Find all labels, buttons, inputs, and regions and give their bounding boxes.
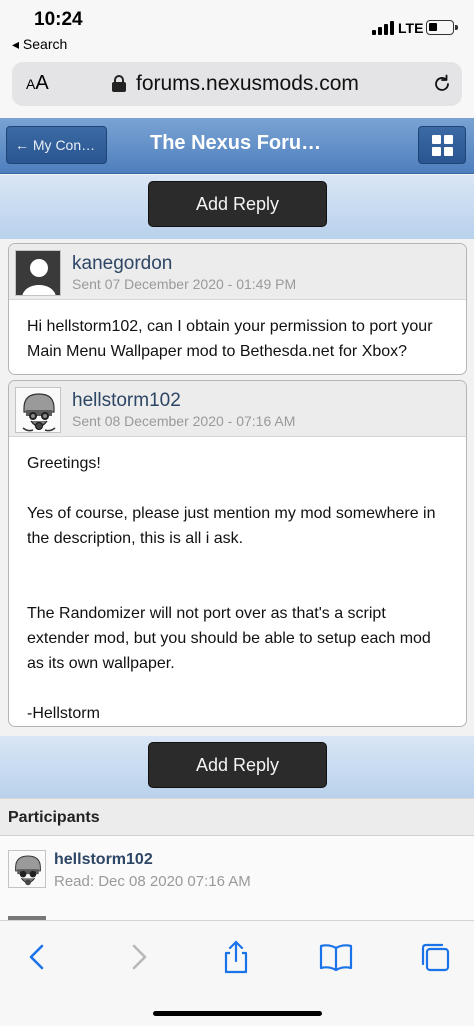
bookmarks-icon[interactable]: [318, 939, 354, 975]
forum-header: ← My Con… The Nexus Foru…: [0, 118, 474, 174]
add-reply-button[interactable]: Add Reply: [148, 181, 327, 227]
battery-icon: [426, 20, 458, 35]
message-date: Sent 07 December 2020 - 01:49 PM: [72, 276, 297, 292]
message-body: Greetings! Yes of course, please just me…: [9, 437, 466, 726]
message-paragraph: [27, 476, 448, 501]
share-icon[interactable]: [218, 939, 254, 975]
helmet-gasmask-avatar[interactable]: [8, 850, 46, 888]
text-size-button[interactable]: AA: [26, 72, 49, 95]
network-label: LTE: [398, 20, 424, 36]
message-header: kanegordon Sent 07 December 2020 - 01:49…: [9, 244, 466, 300]
message-date: Sent 08 December 2020 - 07:16 AM: [72, 413, 296, 429]
back-my-conversations-button[interactable]: ← My Con…: [6, 126, 107, 164]
default-user-avatar[interactable]: [15, 250, 61, 296]
message-card: hellstorm102 Sent 08 December 2020 - 07:…: [8, 380, 467, 727]
tabs-icon[interactable]: [418, 939, 454, 975]
message-paragraph: [27, 676, 448, 701]
back-chevron-icon[interactable]: [20, 939, 56, 975]
status-time: 10:24: [34, 9, 83, 30]
message-body: Hi hellstorm102, can I obtain your permi…: [9, 300, 466, 374]
participants-title: Participants: [8, 809, 100, 826]
address-bar-area: AA forums.nexusmods.com: [0, 56, 474, 118]
signal-icon: [372, 21, 394, 35]
message-paragraph: [27, 551, 448, 576]
participants-header: Participants: [0, 798, 474, 836]
lock-icon: [112, 75, 126, 92]
user-silhouette-icon: [16, 251, 60, 295]
participant-read-date: Read: Dec 08 2020 07:16 AM: [54, 873, 251, 890]
gasmask-icon: [16, 388, 60, 432]
message-paragraph: -Hellstorm: [27, 705, 100, 722]
helmet-gasmask-avatar[interactable]: [15, 387, 61, 433]
message-author[interactable]: hellstorm102: [72, 390, 181, 412]
status-bar: 10:24 ◂ Search LTE: [0, 0, 474, 56]
participants-list: hellstorm102 Read: Dec 08 2020 07:16 AM: [0, 836, 474, 920]
message-paragraph: The Randomizer will not port over as tha…: [27, 605, 431, 672]
menu-grid-button[interactable]: [418, 126, 466, 164]
participant-name[interactable]: hellstorm102: [54, 851, 153, 869]
message-paragraph: [27, 576, 448, 601]
forward-chevron-icon[interactable]: [120, 939, 156, 975]
home-indicator: [153, 1011, 322, 1016]
reply-bar-bottom: Add Reply: [0, 736, 474, 800]
reply-bar-top: Add Reply: [0, 175, 474, 239]
back-to-search-link[interactable]: ◂ Search: [12, 36, 67, 53]
url-domain[interactable]: forums.nexusmods.com: [136, 72, 359, 96]
browser-toolbar: [0, 920, 474, 1026]
reload-icon[interactable]: [432, 74, 452, 94]
address-bar[interactable]: AA forums.nexusmods.com: [12, 62, 462, 106]
message-card: kanegordon Sent 07 December 2020 - 01:49…: [8, 243, 467, 375]
message-paragraph: Yes of course, please just mention my mo…: [27, 505, 436, 547]
message-paragraph: Greetings!: [27, 455, 101, 472]
message-header: hellstorm102 Sent 08 December 2020 - 07:…: [9, 381, 466, 437]
add-reply-button[interactable]: Add Reply: [148, 742, 327, 788]
message-paragraph: Hi hellstorm102, can I obtain your permi…: [27, 318, 433, 360]
message-author[interactable]: kanegordon: [72, 253, 172, 275]
gasmask-icon: [9, 851, 45, 887]
grid-icon: [432, 135, 441, 144]
page-title: The Nexus Foru…: [150, 132, 322, 154]
